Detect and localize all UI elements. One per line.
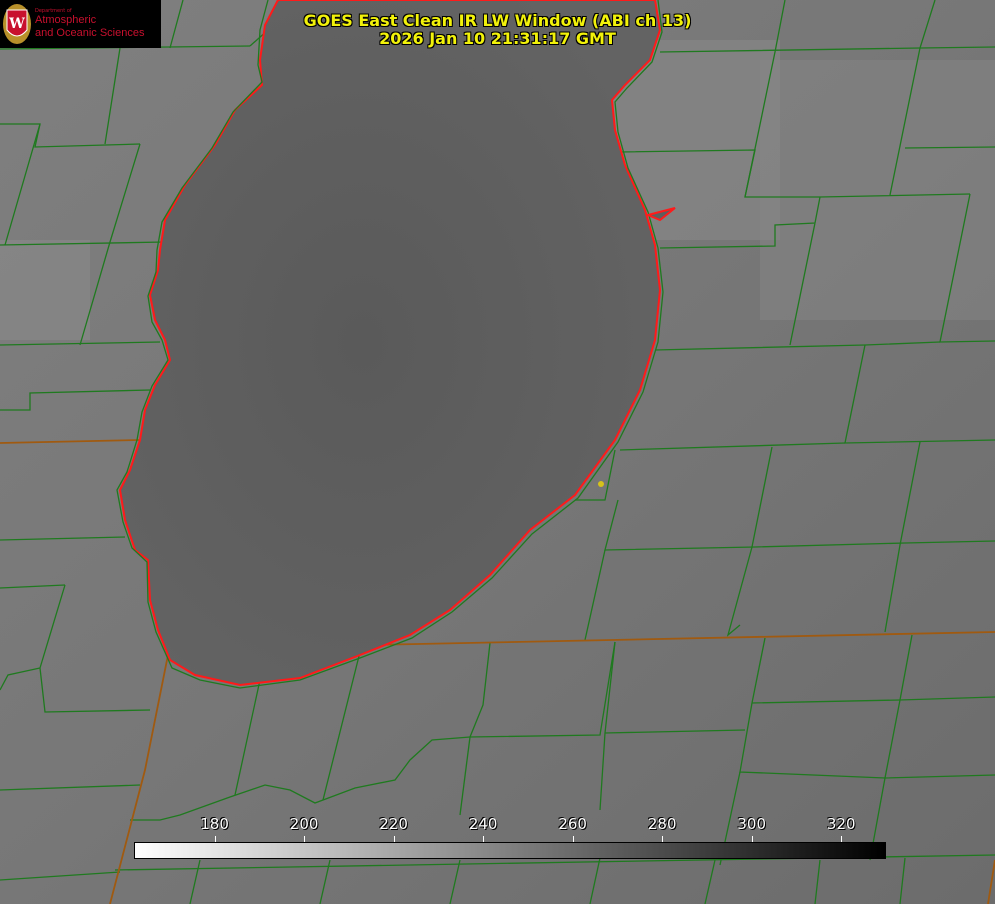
map-timestamp: 2026 Jan 10 21:31:17 GMT bbox=[379, 29, 616, 48]
colorbar-tick-label: 280 bbox=[647, 815, 677, 833]
colorbar-tick-mark bbox=[572, 836, 574, 842]
colorbar-tick-mark bbox=[304, 836, 306, 842]
colorbar-tick-label: 240 bbox=[468, 815, 498, 833]
cloud-patch bbox=[0, 240, 90, 340]
colorbar-tick-label: 200 bbox=[289, 815, 319, 833]
colorbar-tick-mark bbox=[393, 836, 395, 842]
colorbar-tick-label: 320 bbox=[826, 815, 856, 833]
colorbar-tick-label: 180 bbox=[200, 815, 229, 833]
colorbar-tick-label: 260 bbox=[558, 815, 587, 833]
colorbar-tick-mark bbox=[483, 836, 485, 842]
location-marker bbox=[598, 481, 604, 487]
colorbar-tick-mark bbox=[662, 836, 664, 842]
colorbar-tick-label: 300 bbox=[737, 815, 767, 833]
colorbar-tick-label: 220 bbox=[379, 815, 408, 833]
colorbar-tick-mark bbox=[751, 836, 753, 842]
colorbar-tick-mark bbox=[214, 836, 216, 842]
satellite-map bbox=[0, 0, 995, 904]
map-title: GOES East Clean IR LW Window (ABI ch 13) bbox=[303, 11, 692, 30]
cloud-patch bbox=[760, 60, 995, 320]
temperature-colorbar bbox=[134, 842, 886, 859]
colorbar-tick-mark bbox=[841, 836, 843, 842]
